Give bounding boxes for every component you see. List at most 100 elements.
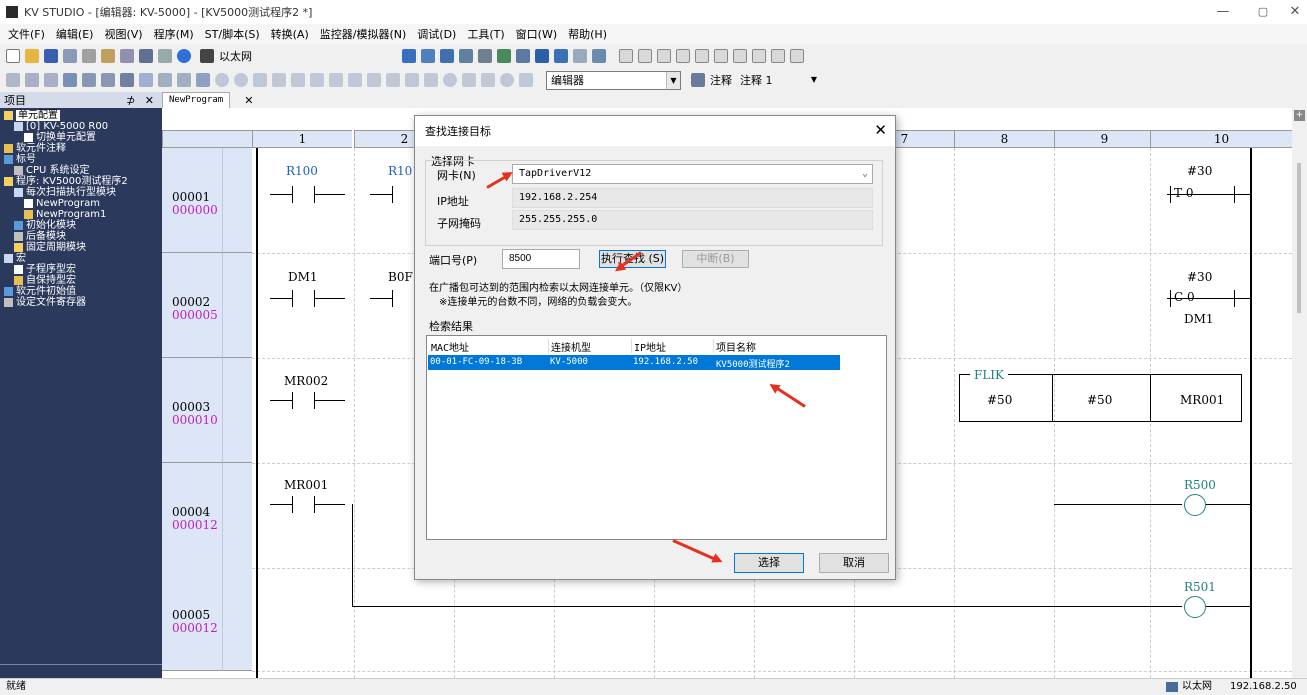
close-window-button[interactable]: ✕ bbox=[1275, 0, 1307, 24]
ladder-icon[interactable] bbox=[573, 49, 587, 63]
tree-item[interactable]: 单元配置 bbox=[0, 110, 162, 121]
close-tab-icon[interactable]: ✕ bbox=[244, 94, 253, 107]
pin-icon[interactable]: ⊅ bbox=[126, 94, 135, 107]
menu-monitor[interactable]: 监控器/模拟器(N) bbox=[320, 26, 407, 42]
sf8-icon[interactable] bbox=[752, 49, 766, 63]
open-icon[interactable] bbox=[25, 49, 39, 63]
scan-icon[interactable] bbox=[443, 73, 457, 87]
menu-st-script[interactable]: ST/脚本(S) bbox=[205, 26, 260, 42]
table-view-icon[interactable] bbox=[82, 73, 96, 87]
sim-icon[interactable] bbox=[196, 73, 210, 87]
save-icon[interactable] bbox=[44, 49, 58, 63]
f7-icon[interactable] bbox=[695, 49, 709, 63]
row-number-cell[interactable]: 00004 000012 bbox=[162, 463, 222, 568]
tree-item[interactable]: CPU 系统设定 bbox=[0, 165, 162, 176]
edit-icon[interactable] bbox=[6, 73, 20, 87]
tree-item[interactable]: 软元件注释 bbox=[0, 143, 162, 154]
tree-item[interactable]: 自保持型宏 bbox=[0, 275, 162, 286]
menu-file[interactable]: 文件(F) bbox=[8, 26, 45, 42]
step-icon[interactable] bbox=[158, 73, 172, 87]
port-input[interactable]: 8500 bbox=[502, 249, 580, 269]
play-icon[interactable] bbox=[253, 73, 267, 87]
coil-r501[interactable] bbox=[1184, 596, 1206, 618]
list-icon[interactable] bbox=[25, 73, 39, 87]
tree-item[interactable]: [0] KV-5000 R00 bbox=[0, 121, 162, 132]
sf7-icon[interactable] bbox=[714, 49, 728, 63]
paste-icon[interactable] bbox=[101, 49, 115, 63]
col-model[interactable]: 连接机型 bbox=[551, 339, 591, 354]
menu-help[interactable]: 帮助(H) bbox=[568, 26, 607, 42]
grid-view-icon[interactable] bbox=[101, 73, 115, 87]
menu-debug[interactable]: 调试(D) bbox=[417, 26, 456, 42]
fast-forward-icon[interactable] bbox=[405, 73, 419, 87]
tree-item[interactable]: 固定周期模块 bbox=[0, 242, 162, 253]
stop-record-icon[interactable] bbox=[234, 73, 248, 87]
macro-icon[interactable] bbox=[120, 73, 134, 87]
tree-item[interactable]: 后备模块 bbox=[0, 231, 162, 242]
coil-r500[interactable] bbox=[1184, 494, 1206, 516]
f8-icon[interactable] bbox=[733, 49, 747, 63]
menu-view[interactable]: 视图(V) bbox=[104, 26, 142, 42]
tree-item[interactable]: 每次扫描执行型模块 bbox=[0, 187, 162, 198]
col-mac[interactable]: MAC地址 bbox=[431, 339, 469, 354]
menu-convert[interactable]: 转换(A) bbox=[271, 26, 309, 42]
result-row[interactable]: 00-01-FC-09-18-3B KV-5000 192.168.2.50 K… bbox=[428, 355, 840, 370]
preview-icon[interactable] bbox=[158, 49, 172, 63]
step-back-icon[interactable] bbox=[348, 73, 362, 87]
menu-edit[interactable]: 编辑(E) bbox=[56, 26, 94, 42]
step-down-icon[interactable] bbox=[386, 73, 400, 87]
menu-program[interactable]: 程序(M) bbox=[154, 26, 194, 42]
panel-icon[interactable] bbox=[519, 73, 533, 87]
clock-icon[interactable] bbox=[500, 73, 514, 87]
tree-item[interactable]: 子程序型宏 bbox=[0, 264, 162, 275]
tree-item[interactable]: NewProgram bbox=[0, 198, 162, 209]
transfer-icon[interactable] bbox=[402, 49, 416, 63]
dialog-close-button[interactable]: ✕ bbox=[874, 121, 887, 139]
cut-icon[interactable] bbox=[82, 49, 96, 63]
verify-icon[interactable] bbox=[497, 49, 511, 63]
menu-tools[interactable]: 工具(T) bbox=[467, 26, 504, 42]
read-icon[interactable] bbox=[421, 49, 435, 63]
nic-select[interactable]: TapDriverV12 ⌄ bbox=[512, 164, 873, 184]
label-icon[interactable] bbox=[139, 73, 153, 87]
grid-icon[interactable] bbox=[535, 49, 549, 63]
menu-window[interactable]: 窗口(W) bbox=[516, 26, 557, 42]
print-icon[interactable] bbox=[139, 49, 153, 63]
col-ip[interactable]: IP地址 bbox=[634, 339, 666, 354]
col-project[interactable]: 项目名称 bbox=[716, 339, 756, 354]
row-number-cell[interactable]: 00005 000012 bbox=[162, 566, 222, 671]
comment-select[interactable]: 注释 1 ▼ bbox=[736, 71, 821, 90]
help-icon[interactable] bbox=[177, 49, 191, 63]
tree-item[interactable]: 宏 bbox=[0, 253, 162, 264]
tree-item[interactable]: NewProgram1 bbox=[0, 209, 162, 220]
tree-item[interactable]: 程序: KV5000测试程序2 bbox=[0, 176, 162, 187]
tab-newprogram[interactable]: NewProgram bbox=[162, 92, 231, 108]
sf5-contact-icon[interactable] bbox=[638, 49, 652, 63]
step-forward-icon[interactable] bbox=[367, 73, 381, 87]
row-number-cell[interactable]: 00002 000005 bbox=[162, 253, 222, 358]
io-icon[interactable] bbox=[462, 73, 476, 87]
table-icon[interactable] bbox=[592, 49, 606, 63]
mode-select[interactable]: 编辑器 ▼ bbox=[546, 70, 681, 90]
stop-icon[interactable] bbox=[272, 73, 286, 87]
vertical-scrollbar[interactable]: + bbox=[1292, 108, 1307, 678]
tree-item[interactable]: 设定文件寄存器 bbox=[0, 297, 162, 308]
split-icon[interactable]: + bbox=[1294, 110, 1305, 121]
stop-button[interactable]: 中断(B) bbox=[682, 250, 749, 268]
network-icon[interactable] bbox=[200, 49, 214, 63]
pause-icon[interactable] bbox=[291, 73, 305, 87]
tree-item[interactable]: 初始化模块 bbox=[0, 220, 162, 231]
monitor-icon[interactable] bbox=[459, 49, 473, 63]
close-pane-icon[interactable]: ✕ bbox=[145, 94, 154, 107]
write-icon[interactable] bbox=[440, 49, 454, 63]
minimize-button[interactable]: — bbox=[1203, 0, 1243, 24]
results-list[interactable]: MAC地址 连接机型 IP地址 项目名称 00-01-FC-09-18-3B K… bbox=[426, 335, 887, 540]
sf9-icon[interactable] bbox=[790, 49, 804, 63]
device-icon[interactable] bbox=[516, 49, 530, 63]
new-icon[interactable] bbox=[6, 49, 20, 63]
f5-contact-icon[interactable] bbox=[619, 49, 633, 63]
copy-icon[interactable] bbox=[120, 49, 134, 63]
next-icon[interactable] bbox=[424, 73, 438, 87]
record-icon[interactable] bbox=[215, 73, 229, 87]
trace-icon[interactable] bbox=[177, 73, 191, 87]
